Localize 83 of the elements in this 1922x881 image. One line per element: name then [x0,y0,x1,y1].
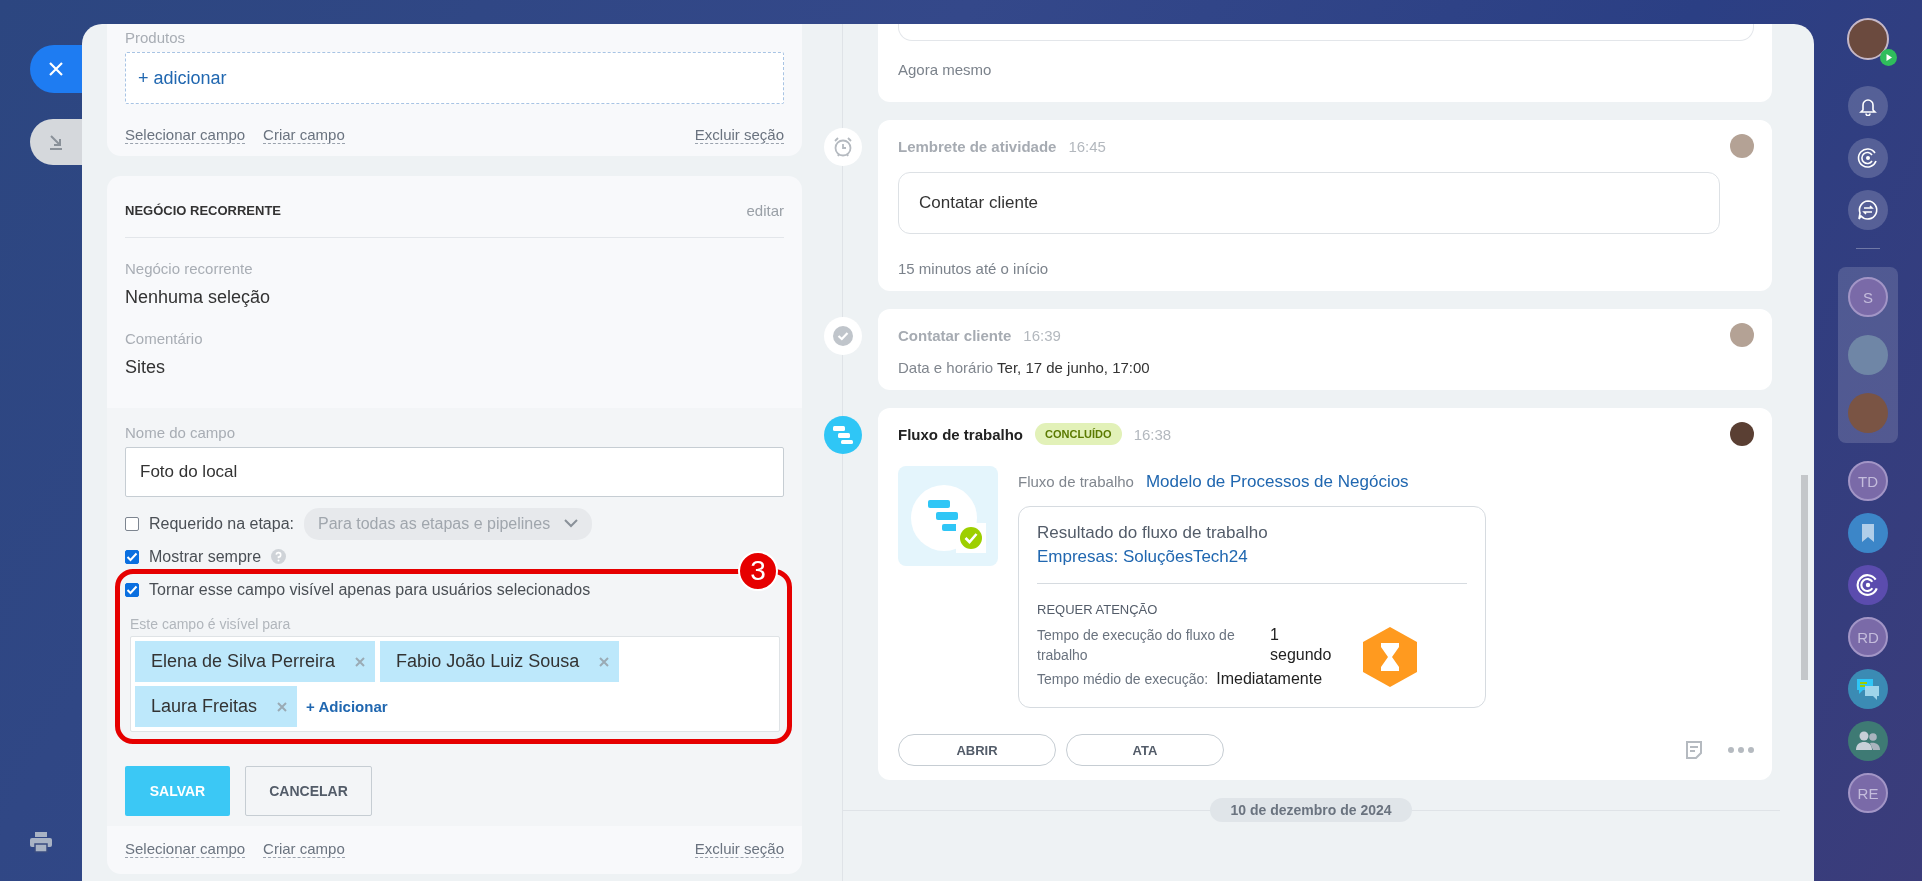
field-label: Fluxo de trabalho [1018,473,1134,490]
chat-avatar[interactable]: S [1848,277,1888,317]
delete-section-link[interactable]: Excluir seção [694,126,784,144]
workflow-completed-icon [898,466,998,566]
section-title: NEGÓCIO RECORRENTE [125,203,281,218]
scrollbar[interactable] [1801,475,1808,680]
chat-avatar[interactable]: RE [1848,773,1888,813]
close-button[interactable] [30,45,82,93]
alarm-clock-icon [832,136,854,158]
event-time: 16:38 [1133,425,1172,443]
close-icon [48,61,64,77]
stat-label: Tempo de execução do fluxo de trabalho [1037,626,1236,665]
bookmark-icon[interactable] [1848,513,1888,553]
chat-avatar[interactable]: RD [1848,617,1888,657]
chevron-down-icon [564,519,579,528]
event-title: Lembrete de atividade [898,137,1057,155]
chat-avatar[interactable]: TD [1848,461,1888,501]
checkbox[interactable] [125,516,139,531]
user-tag[interactable]: Laura Freitas [135,686,298,727]
delete-section-link[interactable]: Excluir seção [694,840,784,858]
detail-value: Ter, 17 de junho, 17:00 [997,359,1150,376]
event-title: Fluxo de trabalho [898,425,1023,443]
result-title: Resultado do fluxo de trabalho [1037,523,1269,543]
play-icon [1880,49,1897,66]
checkbox[interactable] [125,582,139,597]
attention-label: REQUER ATENÇÃO [1037,602,1159,617]
cancel-button[interactable]: CANCELAR [245,766,372,816]
bell-icon [1858,96,1878,116]
chat-bubbles-icon[interactable] [1848,669,1888,709]
event-time: 16:39 [1023,326,1061,344]
minimize-button[interactable] [30,119,82,165]
time-until-start: 15 minutos até o início [898,260,1050,277]
products-field[interactable]: + adicionar [125,52,784,104]
event-title: Contatar cliente [898,326,1012,344]
checkmark-icon [832,325,854,347]
status-label: CONCLUÍDO [1035,423,1122,445]
checkbox[interactable] [125,549,139,564]
edit-link[interactable]: editar [746,202,784,219]
field-value: Sites [125,357,167,378]
detail-label: Data e horário [898,359,994,376]
user-tag[interactable]: Elena de Silva Perreira [135,641,376,682]
outline-button[interactable]: ABRIR [898,734,1056,766]
stat-value: 1 segundo [1270,625,1333,665]
field-label: Comentário [125,330,204,347]
sidebar-tool[interactable] [1848,86,1888,126]
step-number: 3 [738,551,778,591]
checkbox-label: Mostrar sempre [149,547,262,566]
stat-value: Imediatamente [1216,669,1323,689]
sidebar-tool[interactable] [1848,138,1888,178]
section-link[interactable]: Criar campo [263,840,345,858]
user-tag[interactable]: Fabio João Luiz Sousa [380,641,620,682]
checkbox-label: Requerido na etapa: [149,514,294,533]
field-label: Este campo é visível para [130,616,292,632]
field-label: Negócio recorrente [125,260,254,277]
section-link[interactable]: Selecionar campo [125,126,246,144]
field-label: Nome do campo [125,424,237,441]
chat-arrows-icon [1857,199,1879,221]
swirl-icon [1857,147,1879,169]
company-link[interactable]: Empresas: SoluçõesTech24 [1037,547,1467,567]
sidebar-tool[interactable] [1848,190,1888,230]
date-divider: 10 de dezembro de 2024 [1210,798,1412,822]
field-value: Nenhuma seleção [125,287,272,308]
outline-button[interactable]: ATA [1066,734,1224,766]
hourglass-icon [1360,625,1420,689]
add-user-link[interactable]: + Adicionar [306,698,388,715]
user-avatar[interactable] [1847,18,1889,60]
field-label: Produtos [125,29,187,46]
user-avatar[interactable] [1730,422,1754,446]
checkbox-label: Tornar esse campo visível apenas para usuários selecionados [149,580,591,599]
people-icon[interactable] [1848,721,1888,761]
section-link[interactable]: Selecionar campo [125,840,246,858]
event-time: 16:45 [1068,137,1106,155]
field-name-input[interactable]: Foto do local [125,447,784,497]
users-field[interactable]: Elena de Silva Perreira Fabio João Luiz Sousa Laura Freitas + Adicionar [130,636,780,732]
event-time-note: Agora mesmo [898,61,993,80]
workflow-link[interactable]: Modelo de Processos de Negócios [1145,472,1409,492]
swirl-icon[interactable] [1848,565,1888,605]
section-link[interactable]: Criar campo [263,126,345,144]
reminder-text: Contatar cliente [898,172,1720,234]
printer-icon[interactable] [29,831,53,853]
collapse-icon [47,133,65,151]
stat-label: Tempo médio de execução: [1037,670,1209,689]
workflow-icon [824,416,862,454]
